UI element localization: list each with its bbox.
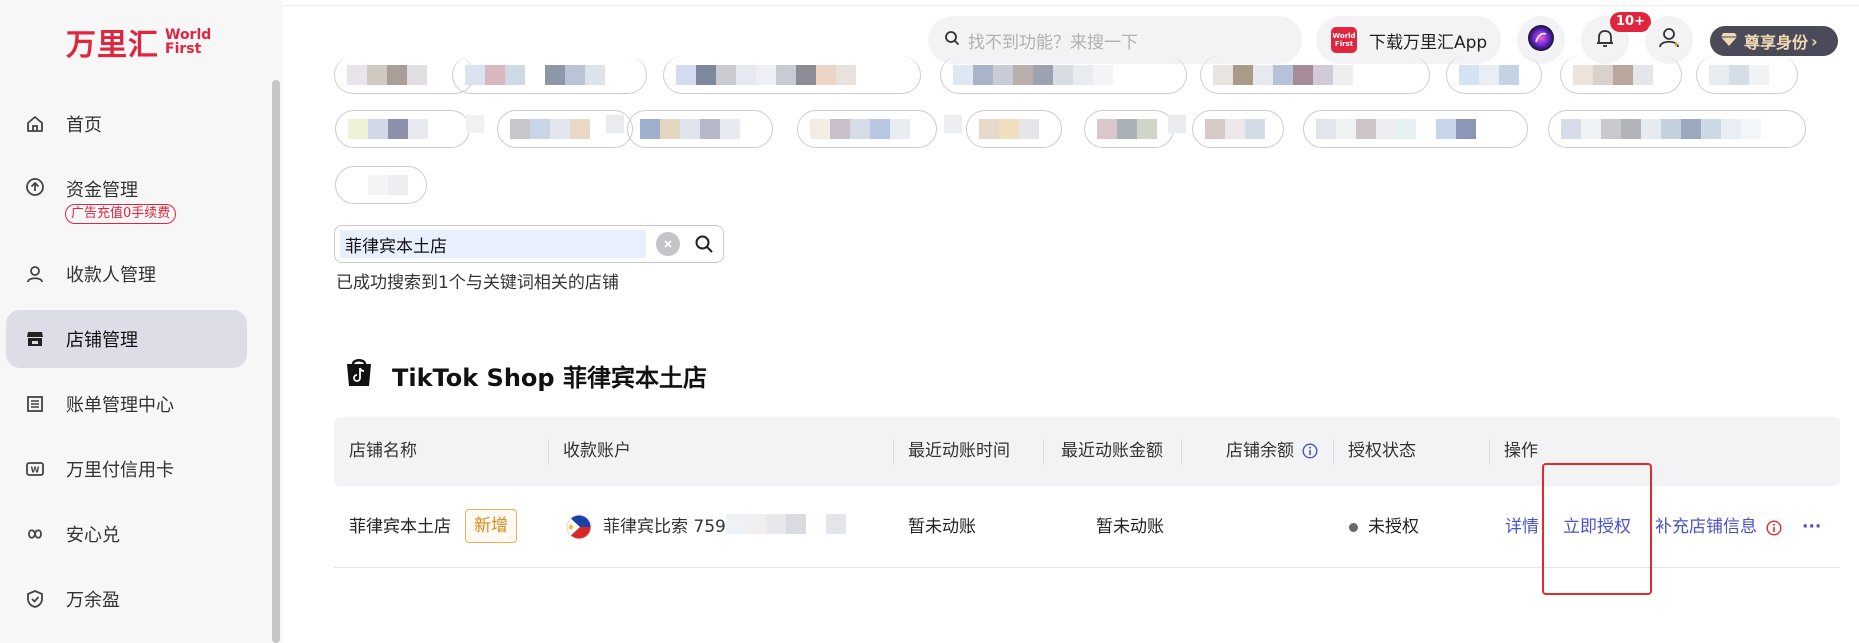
brand-name: 万里汇	[66, 28, 159, 63]
card-icon: W	[24, 458, 46, 480]
search-placeholder: 找不到功能？来搜一下	[968, 32, 1138, 53]
sidebar: 万里汇 World First 首页 资金管理 广告充值0手续费 收款人管理 店…	[0, 0, 282, 643]
column-divider	[1333, 439, 1334, 465]
status-cell: 未授权	[1368, 517, 1419, 537]
column-divider	[548, 439, 549, 465]
column-divider	[1489, 439, 1490, 465]
sidebar-item-card[interactable]: W 万里付信用卡	[6, 440, 247, 498]
warning-info-icon	[1766, 520, 1782, 540]
tiktok-shop-icon	[344, 356, 374, 394]
vip-status-button[interactable]: 尊享身份 ›	[1710, 26, 1838, 56]
ai-orb-icon	[1526, 23, 1556, 57]
download-label: 下载万里汇App	[1369, 32, 1488, 53]
column-header-status: 授权状态	[1348, 441, 1416, 461]
store-chip[interactable]	[627, 110, 773, 148]
last-amount-cell: 暂未动账	[1096, 517, 1164, 537]
store-chip[interactable]	[1192, 110, 1284, 148]
section-title-text: TikTok Shop 菲律宾本土店	[392, 363, 707, 392]
column-divider	[1043, 439, 1044, 465]
chevron-right-icon: ›	[1811, 31, 1818, 51]
sidebar-item-label: 首页	[66, 115, 102, 136]
store-chip[interactable]	[940, 56, 1187, 94]
brand-en-line2: First	[165, 41, 202, 57]
sidebar-item-exchange[interactable]: 安心兑	[6, 505, 247, 563]
sidebar-item-payee[interactable]: 收款人管理	[6, 245, 247, 303]
sidebar-item-label: 收款人管理	[66, 265, 156, 286]
download-logo-line1: World	[1332, 32, 1356, 40]
store-search-field[interactable]: 菲律宾本土店	[334, 225, 724, 263]
store-name-cell: 菲律宾本土店	[349, 517, 451, 537]
sidebar-item-label: 万里付信用卡	[66, 460, 174, 481]
highlight-annotation-box	[1542, 463, 1652, 595]
search-icon	[944, 30, 960, 50]
last-time-cell: 暂未动账	[908, 517, 976, 537]
column-header-last-time: 最近动账时间	[908, 441, 1010, 461]
sidebar-item-label: 店铺管理	[66, 330, 138, 351]
column-header-last-amount: 最近动账金额	[1061, 441, 1163, 461]
new-tag: 新增	[465, 509, 517, 543]
store-chip[interactable]	[966, 110, 1062, 148]
column-divider	[893, 439, 894, 465]
philippines-flag-icon	[566, 514, 592, 544]
column-header-account: 收款账户	[563, 441, 631, 461]
column-divider	[1181, 439, 1182, 465]
top-border	[282, 0, 1859, 6]
sidebar-item-bill[interactable]: 账单管理中心	[6, 375, 247, 433]
info-icon[interactable]	[1302, 443, 1318, 463]
promo-badge[interactable]: 广告充值0手续费	[65, 204, 177, 224]
sidebar-item-store[interactable]: 店铺管理	[6, 310, 247, 368]
supplement-store-info-link[interactable]: 补充店铺信息	[1655, 511, 1757, 543]
masked-account-number	[726, 514, 846, 534]
user-avatar-icon	[1656, 25, 1682, 55]
bill-icon	[24, 393, 46, 415]
download-logo: World First	[1331, 27, 1357, 53]
store-chip[interactable]	[1560, 56, 1682, 94]
store-chip[interactable]	[1696, 56, 1798, 94]
store-chip[interactable]	[1548, 110, 1806, 148]
sidebar-item-balance[interactable]: 万余盈	[6, 570, 247, 628]
store-chip[interactable]	[663, 56, 921, 94]
store-chip[interactable]	[1084, 110, 1174, 148]
store-search-input[interactable]: 菲律宾本土店	[340, 230, 646, 258]
store-icon	[24, 328, 46, 350]
store-chip[interactable]	[1446, 56, 1542, 94]
store-chip[interactable]	[335, 166, 427, 204]
store-chip[interactable]	[452, 56, 647, 94]
search-result-text: 已成功搜索到1个与关键词相关的店铺	[336, 273, 619, 293]
account-cell: 菲律宾比索 759	[603, 517, 726, 537]
status-dot	[1349, 523, 1358, 532]
store-chip[interactable]	[1303, 110, 1528, 148]
sidebar-item-label: 账单管理中心	[66, 395, 174, 416]
sidebar-item-label: 安心兑	[66, 525, 120, 546]
sidebar-item-home[interactable]: 首页	[6, 95, 247, 153]
sidebar-item-label: 万余盈	[66, 590, 120, 611]
sidebar-scrollbar[interactable]	[272, 80, 280, 643]
fund-icon	[24, 176, 46, 198]
brand-logo[interactable]: 万里汇 World First	[66, 20, 211, 64]
section-title: TikTok Shop 菲律宾本土店	[344, 356, 707, 394]
search-icon[interactable]	[694, 234, 714, 254]
store-chip[interactable]	[797, 110, 937, 148]
details-link[interactable]: 详情	[1505, 511, 1539, 543]
column-header-store-name: 店铺名称	[349, 441, 417, 461]
exchange-icon	[24, 523, 46, 545]
download-logo-line2: First	[1334, 40, 1354, 48]
column-header-balance: 店铺余额	[1226, 441, 1294, 461]
store-chip[interactable]	[1200, 56, 1430, 94]
more-actions-button[interactable]: ···	[1802, 511, 1821, 543]
sidebar-item-label: 资金管理	[66, 180, 138, 201]
column-header-actions: 操作	[1504, 441, 1538, 461]
shield-icon	[24, 588, 46, 610]
notification-badge: 10+	[1610, 12, 1651, 32]
user-icon	[24, 263, 46, 285]
svg-text:W: W	[31, 466, 40, 475]
clear-icon[interactable]	[656, 232, 680, 256]
store-chip[interactable]	[335, 110, 470, 148]
diamond-icon	[1720, 31, 1738, 51]
vip-label: 尊享身份	[1744, 33, 1809, 52]
home-icon	[24, 113, 46, 135]
brand-name-en: World First	[165, 28, 211, 56]
